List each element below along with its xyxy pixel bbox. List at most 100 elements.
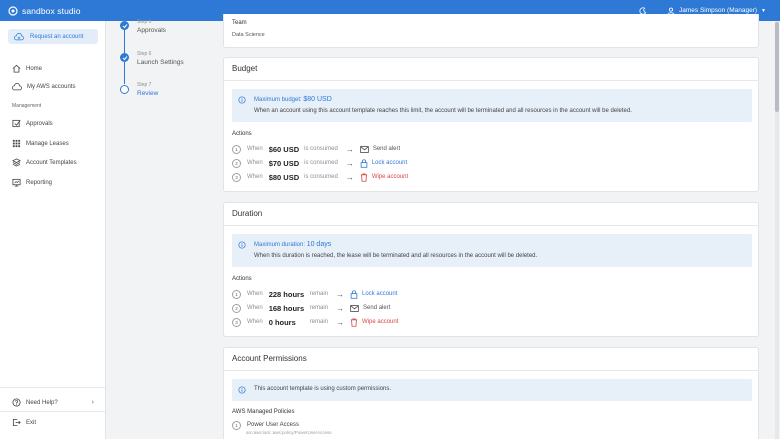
duration-actions-label: Actions: [232, 276, 252, 282]
permissions-info-text: This account template is using custom pe…: [254, 386, 392, 392]
step-6-check-icon: [120, 53, 129, 62]
arrow-right-icon: →: [336, 303, 345, 313]
row-number: 1: [232, 144, 241, 154]
brand[interactable]: sandbox studio: [8, 6, 81, 16]
step-5-number: Step 5: [137, 19, 152, 25]
budget-max-line: Maximum budget: $80 USD: [254, 96, 332, 103]
permissions-title: Account Permissions: [232, 354, 307, 363]
row-number: 2: [232, 303, 241, 313]
lock-icon: [360, 158, 368, 168]
budget-action-row: 3 When $80 USD is consumed → Wipe accoun…: [232, 172, 408, 182]
cloud-plus-icon: [14, 32, 24, 40]
step-5-name[interactable]: Approvals: [137, 27, 166, 34]
step-connector: [124, 26, 125, 54]
policy-row: 1 Power User Access: [232, 420, 299, 430]
info-icon: [238, 241, 246, 249]
sidebar-divider: [0, 387, 105, 388]
threshold-amount: $70 USD: [268, 158, 300, 168]
permissions-card: Account Permissions This account templat…: [223, 347, 759, 439]
row-number: 1: [232, 420, 241, 430]
budget-card: Budget Maximum budget: $80 USD When an a…: [223, 57, 759, 192]
user-name: James Simpson (Manager): [679, 7, 758, 14]
sidebar-item-manage-leases[interactable]: Manage Leases: [12, 139, 69, 148]
brand-name: sandbox studio: [22, 5, 81, 16]
aws-managed-policies-label: AWS Managed Policies: [232, 409, 295, 415]
action-wipe-account: Wipe account: [350, 317, 398, 327]
trash-icon: [360, 172, 367, 182]
sidebar-item-account-templates[interactable]: Account Templates: [12, 158, 77, 167]
team-card: Team Data Science: [223, 14, 759, 48]
sidebar-item-need-help[interactable]: Need Help? ›: [12, 398, 94, 407]
arrow-right-icon: →: [345, 144, 354, 154]
lock-icon: [350, 289, 358, 299]
action-send-alert: Send alert: [350, 304, 390, 312]
duration-info-box: Maximum duration: 10 days When this dura…: [232, 234, 752, 267]
budget-info-text: When an account using this account templ…: [254, 108, 632, 114]
exit-icon: [12, 418, 21, 427]
step-7-name[interactable]: Review: [137, 90, 158, 97]
arrow-right-icon: →: [345, 158, 354, 168]
budget-actions-label: Actions: [232, 131, 252, 137]
threshold-amount: 228 hours: [268, 289, 305, 299]
duration-title: Duration: [232, 209, 263, 218]
grid-icon: [12, 139, 21, 148]
home-icon: [12, 64, 21, 73]
budget-info-box: Maximum budget: $80 USD When an account …: [232, 89, 752, 122]
chevron-right-icon: ›: [91, 399, 94, 406]
arrow-right-icon: →: [345, 172, 354, 182]
team-value: Data Science: [232, 32, 265, 38]
layers-icon: [12, 158, 21, 167]
duration-max-value: 10 days: [306, 241, 332, 248]
step-7-number: Step 7: [137, 82, 152, 88]
policy-arn: arn:aws:iam::aws:policy/PowerUserAccess: [246, 430, 332, 435]
chevron-down-icon: ▼: [761, 7, 766, 14]
action-send-alert: Send alert: [360, 145, 400, 153]
duration-card-header: [224, 203, 758, 226]
arrow-right-icon: →: [336, 317, 345, 327]
arrow-right-icon: →: [336, 289, 345, 299]
action-lock-account: Lock account: [350, 289, 397, 299]
policy-name: Power User Access: [247, 422, 300, 428]
row-number: 3: [232, 317, 241, 327]
duration-card: Duration Maximum duration: 10 days When …: [223, 202, 759, 337]
budget-action-row: 2 When $70 USD is consumed → Lock accoun…: [232, 158, 407, 168]
threshold-amount: 0 hours: [268, 317, 296, 327]
row-number: 2: [232, 158, 241, 168]
action-lock-account: Lock account: [360, 158, 407, 168]
help-circle-icon: [12, 398, 21, 407]
sidebar-item-home[interactable]: Home: [12, 64, 42, 73]
page-scrollbar-thumb[interactable]: [775, 22, 779, 112]
budget-action-row: 1 When $60 USD is consumed → Send alert: [232, 144, 400, 154]
sidebar-item-reporting[interactable]: Reporting: [12, 178, 52, 187]
mail-icon: [350, 304, 359, 312]
report-icon: [12, 178, 21, 187]
sidebar-item-approvals[interactable]: Approvals: [12, 119, 53, 128]
threshold-amount: $80 USD: [268, 172, 300, 182]
check-square-icon: [12, 119, 21, 128]
step-6-number: Step 6: [137, 51, 152, 57]
management-section-label: Management: [12, 103, 42, 109]
budget-max-value: $80 USD: [303, 96, 332, 103]
threshold-amount: 168 hours: [268, 303, 305, 313]
step-6-name[interactable]: Launch Settings: [137, 59, 184, 66]
sidebar: Request an account Home My AWS accounts …: [0, 21, 106, 439]
step-connector: [124, 62, 125, 84]
budget-title: Budget: [232, 64, 258, 73]
duration-action-row: 1 When 228 hours remain → Lock account: [232, 289, 397, 299]
cloud-icon: [12, 83, 22, 91]
trash-icon: [350, 317, 358, 327]
duration-max-line: Maximum duration: 10 days: [254, 241, 331, 248]
request-account-button[interactable]: Request an account: [8, 29, 98, 44]
budget-max-prefix: Maximum budget:: [254, 97, 302, 103]
sidebar-item-exit[interactable]: Exit: [12, 418, 36, 427]
duration-action-row: 3 When 0 hours remain → Wipe account: [232, 317, 398, 327]
action-wipe-account: Wipe account: [360, 172, 408, 182]
info-icon: [238, 386, 246, 394]
mail-icon: [360, 145, 369, 153]
step-5-check-icon: [120, 21, 129, 30]
sidebar-divider: [0, 411, 105, 412]
info-icon: [238, 96, 246, 104]
team-label: Team: [232, 20, 247, 26]
sidebar-item-my-aws-accounts[interactable]: My AWS accounts: [12, 83, 75, 91]
threshold-amount: $60 USD: [268, 144, 300, 154]
